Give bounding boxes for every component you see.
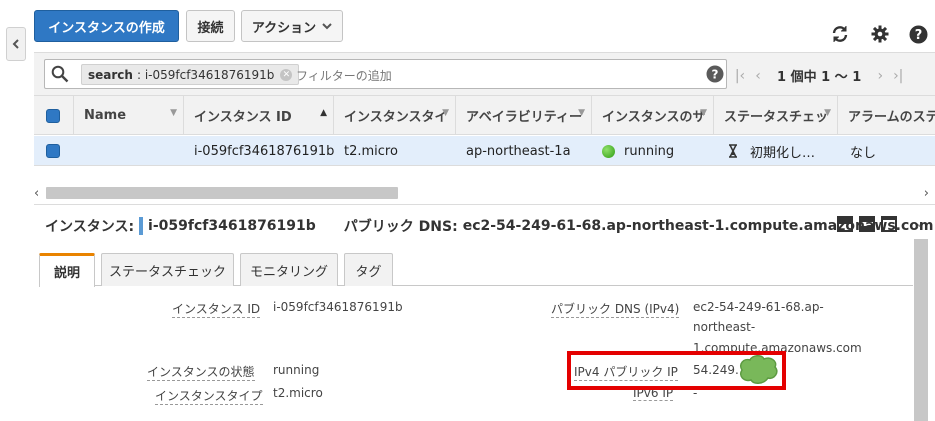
field-value-public-dns-line-2: northeast- — [693, 320, 756, 334]
last-page-icon[interactable]: ›| — [889, 68, 907, 84]
close-icon[interactable]: ✕ — [280, 68, 293, 81]
table-row[interactable]: i-059fcf3461876191b t2.micro ap-northeas… — [34, 136, 935, 166]
pagination-text: 1 個中 1 ～ 1 — [777, 70, 862, 85]
column-header-instance-id[interactable]: インスタンス ID ▲ — [184, 96, 334, 135]
split-pane-icon[interactable] — [859, 216, 875, 232]
sort-icon[interactable]: ▼ — [442, 108, 449, 118]
cell-name — [74, 136, 184, 166]
search-help-icon[interactable]: ? — [706, 65, 724, 83]
cell-instance-state: running — [592, 136, 714, 166]
column-header-label: アラームのステ — [848, 110, 935, 125]
field-label-instance-state: インスタンスの状態 — [147, 365, 255, 381]
select-all-checkbox-cell[interactable] — [34, 96, 74, 135]
sort-icon[interactable]: ▼ — [700, 108, 707, 118]
minimize-pane-icon[interactable] — [881, 216, 897, 232]
sort-asc-icon[interactable]: ▲ — [320, 108, 327, 118]
tab-description[interactable]: 説明 — [39, 253, 95, 287]
prev-page-icon[interactable]: ‹ — [749, 68, 767, 84]
cell-availability-zone: ap-northeast-1a — [466, 143, 571, 159]
field-value-instance-state: running — [273, 363, 320, 377]
instances-grid: search : i-059fcf3461876191b ✕ フィルターの追加 … — [34, 52, 935, 202]
pagination: |‹ ‹ 1 個中 1 ～ 1 › ›| — [731, 66, 907, 86]
tab-status-checks[interactable]: ステータスチェック — [101, 253, 234, 286]
search-icon — [51, 65, 69, 83]
left-nav-strip — [0, 0, 32, 421]
column-header-alarm-status[interactable]: アラームのステ — [838, 96, 935, 135]
vertical-scrollbar[interactable]: ˄ — [914, 223, 929, 421]
column-header-availability-zone[interactable]: アベイラビリティー ▼ — [456, 96, 592, 135]
column-header-name[interactable]: Name ▼ — [74, 96, 184, 135]
actions-label: アクション — [251, 20, 317, 36]
cell-alarm-status: なし — [850, 145, 877, 161]
table-header: Name ▼ インスタンス ID ▲ インスタンスタイ ▼ アベイラビリティー ▼ イン… — [34, 96, 935, 135]
field-value-public-dns-line-1: ec2-54-249-61-68.ap- — [693, 300, 824, 314]
column-header-label: Name — [84, 108, 127, 123]
gear-icon[interactable] — [870, 24, 890, 44]
sort-icon[interactable]: ▼ — [824, 108, 831, 118]
field-value-instance-id: i-059fcf3461876191b — [273, 300, 403, 314]
public-dns-label: パブリック DNS: — [343, 219, 458, 235]
hourglass-icon — [729, 144, 737, 158]
vertical-scrollbar-thumb[interactable] — [914, 239, 928, 421]
instance-state-text: running — [624, 143, 675, 159]
field-value-instance-type: t2.micro — [273, 386, 323, 400]
search-input[interactable]: search : i-059fcf3461876191b ✕ フィルターの追加 … — [44, 59, 727, 89]
actions-dropdown[interactable]: アクション — [241, 10, 343, 42]
filter-token-value: i-059fcf3461876191b — [144, 67, 275, 82]
pane-view-controls — [837, 216, 897, 232]
column-header-label: インスタンスのサ — [602, 110, 706, 125]
column-header-label: インスタンス ID — [194, 110, 292, 125]
row-checkbox[interactable] — [46, 144, 60, 158]
status-check-text: 初期化し… — [750, 145, 816, 161]
column-header-status-check[interactable]: ステータスチェッ ▼ — [714, 96, 838, 135]
cell-instance-type: t2.micro — [344, 143, 398, 159]
detail-instance-id: i-059fcf3461876191b — [148, 218, 316, 234]
select-all-checkbox[interactable] — [46, 108, 60, 123]
detail-tabs: 説明 ステータスチェック モニタリング タグ — [39, 252, 913, 287]
chevron-down-icon — [322, 22, 332, 29]
refresh-icon[interactable] — [830, 24, 850, 44]
sort-icon[interactable]: ▼ — [578, 108, 585, 118]
row-checkbox-cell[interactable] — [34, 136, 74, 166]
search-placeholder: フィルターの追加 — [296, 69, 392, 83]
filter-token-separator: : — [136, 67, 145, 82]
instance-color-bar — [139, 217, 144, 235]
scrollbar-thumb[interactable] — [46, 187, 398, 199]
scroll-left-icon[interactable]: ‹ — [34, 186, 39, 201]
scroll-up-icon[interactable]: ˄ — [916, 223, 922, 236]
cell-instance-id: i-059fcf3461876191b — [194, 143, 334, 159]
redaction-blob — [739, 355, 778, 384]
field-label-public-dns: パブリック DNS (IPv4) — [551, 302, 680, 318]
running-status-icon — [602, 144, 615, 158]
filter-token-key: search — [88, 67, 133, 82]
svg-text:?: ? — [712, 68, 719, 82]
column-header-label: インスタンスタイ — [344, 110, 448, 125]
field-label-instance-type: インスタンスタイプ — [155, 389, 263, 405]
cell-status-check: 初期化し… — [714, 136, 838, 166]
create-instance-button[interactable]: インスタンスの作成 — [34, 10, 179, 42]
filter-token[interactable]: search : i-059fcf3461876191b ✕ — [81, 64, 300, 85]
next-page-icon[interactable]: › — [871, 68, 889, 84]
help-icon[interactable]: ? — [908, 24, 928, 44]
horizontal-scrollbar[interactable]: ‹ › — [34, 184, 929, 203]
scroll-right-icon[interactable]: › — [924, 186, 929, 201]
chevron-left-icon — [12, 39, 19, 49]
detail-header: インスタンス: i-059fcf3461876191b パブリック DNS: e… — [45, 216, 934, 236]
maximize-pane-icon[interactable] — [837, 216, 853, 232]
connect-button[interactable]: 接続 — [186, 10, 235, 42]
first-page-icon[interactable]: |‹ — [731, 68, 749, 84]
column-header-label: アベイラビリティー — [466, 110, 582, 125]
collapse-nav-button[interactable] — [6, 27, 26, 61]
column-header-label: ステータスチェッ — [724, 110, 829, 125]
sort-icon[interactable]: ▼ — [170, 108, 177, 118]
column-header-instance-state[interactable]: インスタンスのサ ▼ — [592, 96, 714, 135]
filter-bar: search : i-059fcf3461876191b ✕ フィルターの追加 … — [34, 53, 935, 96]
svg-text:?: ? — [914, 28, 922, 43]
column-header-instance-type[interactable]: インスタンスタイ ▼ — [334, 96, 456, 135]
tab-monitoring[interactable]: モニタリング — [240, 253, 338, 286]
instance-label: インスタンス: — [45, 219, 135, 235]
field-label-instance-id: インスタンス ID — [172, 302, 261, 318]
tab-tags[interactable]: タグ — [344, 253, 393, 286]
